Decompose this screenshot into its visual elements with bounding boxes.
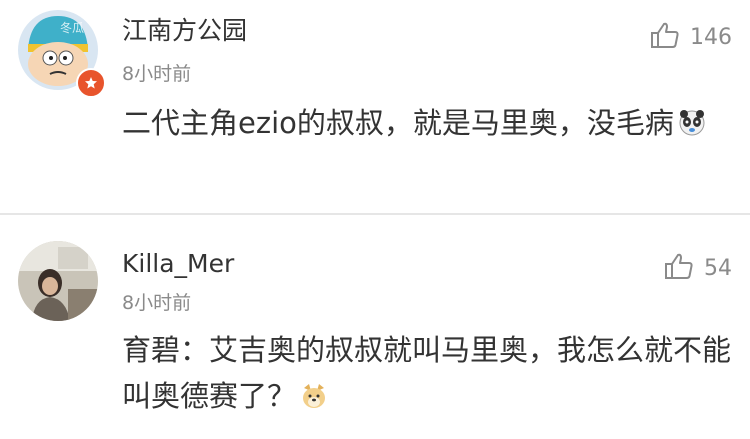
comment-text: 二代主角ezio的叔叔，就是马里奥，没毛病 — [122, 100, 734, 146]
avatar[interactable]: 冬瓜 — [18, 10, 106, 98]
timestamp: 8小时前 — [122, 63, 192, 85]
like-button[interactable]: 146 — [650, 22, 732, 52]
thumbs-up-icon — [650, 21, 680, 53]
like-button[interactable]: 54 — [664, 253, 732, 283]
verified-badge-icon — [76, 68, 106, 98]
comment-text: 育碧：艾吉奥的叔叔就叫马里奥，我怎么就不能叫奥德赛了？ — [122, 327, 734, 419]
svg-text:冬瓜: 冬瓜 — [60, 20, 84, 35]
like-count: 146 — [690, 24, 732, 50]
timestamp: 8小时前 — [122, 292, 192, 314]
comment-item: 冬瓜 江南方公园 8小时前 146 二代主角ezio的叔叔，就是马里奥，没毛病 — [0, 0, 750, 213]
comment-body: 育碧：艾吉奥的叔叔就叫马里奥，我怎么就不能叫奥德赛了？ — [122, 333, 732, 413]
doge-emoji — [300, 377, 328, 408]
panda-face-emoji — [678, 104, 706, 136]
comment-item: Killa_Mer 8小时前 54 育碧：艾吉奥的叔叔就叫马里奥，我怎么就不能叫… — [0, 215, 750, 439]
avatar[interactable] — [18, 241, 98, 321]
username[interactable]: 江南方公园 — [122, 16, 247, 46]
like-count: 54 — [704, 255, 732, 281]
thumbs-up-icon — [664, 252, 694, 284]
comment-body: 二代主角ezio的叔叔，就是马里奥，没毛病 — [122, 106, 674, 140]
photo-avatar — [18, 241, 98, 321]
username[interactable]: Killa_Mer — [122, 249, 234, 279]
